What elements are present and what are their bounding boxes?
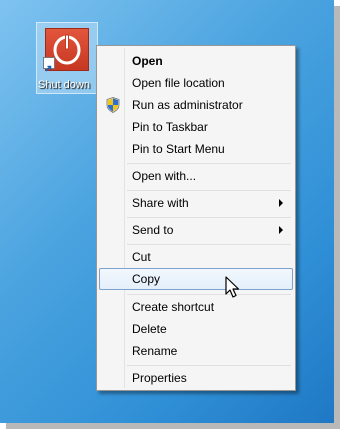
menu-item-label: Run as administrator (132, 98, 243, 112)
menu-item-open[interactable]: Open (99, 50, 293, 72)
menu-item-open-with[interactable]: Open with... (99, 165, 293, 187)
menu-item-delete[interactable]: Delete (99, 318, 293, 340)
shutdown-shortcut-icon[interactable]: Shut down (36, 22, 98, 94)
menu-separator (127, 244, 291, 245)
menu-item-label: Pin to Taskbar (132, 120, 208, 134)
menu-item-label: Open (132, 54, 163, 68)
shortcut-arrow-icon (43, 57, 55, 72)
menu-item-rename[interactable]: Rename (99, 340, 293, 362)
menu-item-pin-to-start-menu[interactable]: Pin to Start Menu (99, 138, 293, 160)
menu-item-label: Copy (132, 272, 161, 286)
menu-item-label: Open file location (132, 76, 225, 90)
shortcut-label: Shut down (38, 79, 90, 91)
menu-item-label: Open with... (132, 169, 197, 183)
menu-item-label: Delete (132, 322, 167, 336)
menu-item-label: Share with (132, 196, 189, 210)
menu-item-label: Pin to Start Menu (132, 142, 225, 156)
mouse-pointer-icon (225, 276, 240, 298)
menu-item-properties[interactable]: Properties (99, 367, 293, 389)
menu-item-send-to[interactable]: Send to (99, 219, 293, 241)
menu-item-pin-to-taskbar[interactable]: Pin to Taskbar (99, 116, 293, 138)
submenu-arrow-icon (279, 226, 283, 234)
menu-separator (127, 163, 291, 164)
menu-item-open-file-location[interactable]: Open file location (99, 72, 293, 94)
menu-item-label: Properties (132, 371, 187, 385)
context-menu: Open Open file location Run as administr… (96, 45, 296, 391)
menu-item-label: Cut (132, 250, 151, 264)
menu-separator (127, 190, 291, 191)
menu-separator (127, 294, 291, 295)
menu-separator (127, 365, 291, 366)
menu-item-cut[interactable]: Cut (99, 246, 293, 268)
menu-item-run-as-administrator[interactable]: Run as administrator (99, 94, 293, 116)
uac-shield-icon (106, 97, 120, 113)
menu-item-create-shortcut[interactable]: Create shortcut (99, 296, 293, 318)
menu-item-label: Create shortcut (132, 300, 215, 314)
menu-separator (127, 217, 291, 218)
desktop: Shut down Open Open file location Run as… (0, 0, 334, 423)
submenu-arrow-icon (279, 199, 283, 207)
menu-item-label: Send to (132, 223, 174, 237)
menu-item-label: Rename (132, 344, 178, 358)
menu-item-copy[interactable]: Copy (99, 268, 293, 290)
menu-item-share-with[interactable]: Share with (99, 192, 293, 214)
